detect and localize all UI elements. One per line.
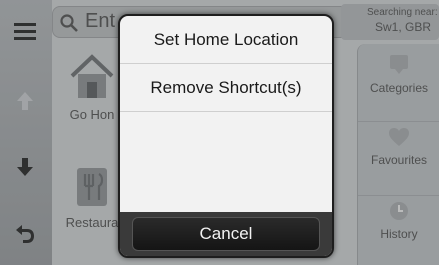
remove-shortcuts-option[interactable]: Remove Shortcut(s) [120, 64, 332, 112]
dialog-footer: Cancel [120, 212, 332, 256]
cancel-button[interactable]: Cancel [132, 217, 320, 251]
navigation-screen: Ent Searching near: Sw1, GBR Go Hon Rest… [0, 0, 439, 265]
shortcut-options-dialog: Set Home Location Remove Shortcut(s) Can… [118, 14, 334, 258]
set-home-location-option[interactable]: Set Home Location [120, 16, 332, 64]
